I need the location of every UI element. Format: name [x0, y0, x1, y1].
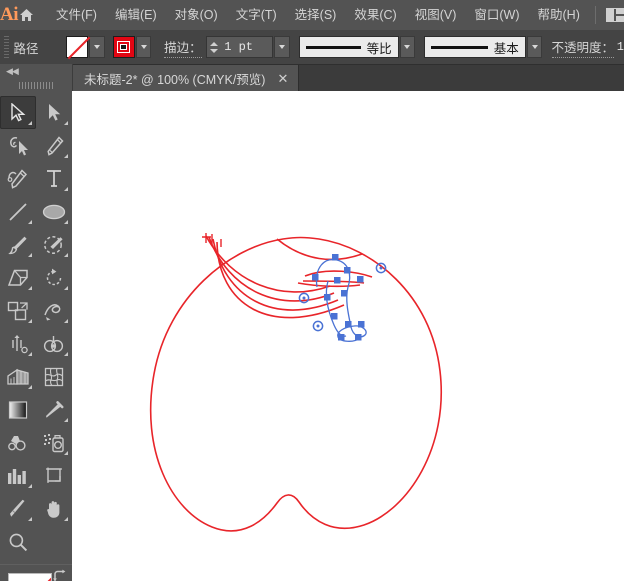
stroke-profile-label: 等比	[366, 41, 392, 56]
free-transform-tool[interactable]	[0, 327, 36, 360]
opacity-label[interactable]: 不透明度：	[551, 37, 615, 58]
selected-object-type: 路径	[13, 41, 39, 56]
perspective-grid-tool[interactable]	[0, 360, 36, 393]
shape-builder-tool[interactable]	[36, 327, 72, 360]
scale-tool[interactable]	[0, 294, 36, 327]
ellipse-tool[interactable]	[36, 195, 72, 228]
menu-item-select[interactable]: 选择(S)	[286, 0, 346, 30]
tool-panel-grip[interactable]	[0, 78, 72, 92]
menu-bar: Ai 文件(F) 编辑(E) 对象(O) 文字(T) 选择(S) 效果(C) 视…	[0, 0, 624, 30]
stroke-weight-dropdown[interactable]	[274, 36, 290, 58]
menu-item-edit[interactable]: 编辑(E)	[106, 0, 166, 30]
stroke-weight-stepper[interactable]	[207, 37, 220, 57]
eraser-tool[interactable]	[0, 261, 36, 294]
illustrator-window: Ai 文件(F) 编辑(E) 对象(O) 文字(T) 选择(S) 效果(C) 视…	[0, 0, 624, 581]
apple-body-path[interactable]	[149, 236, 442, 532]
stroke-swatch-dropdown[interactable]	[135, 36, 152, 58]
tool-grid	[0, 92, 72, 558]
fill-color-swatch[interactable]	[65, 36, 88, 58]
blend-tool[interactable]	[0, 426, 36, 459]
fill-swatch-none[interactable]	[8, 573, 52, 581]
color-controls	[0, 564, 72, 581]
menu-item-list: 文件(F) 编辑(E) 对象(O) 文字(T) 选择(S) 效果(C) 视图(V…	[47, 0, 589, 30]
stroke-profile-field[interactable]: 等比	[298, 36, 399, 58]
menu-item-window[interactable]: 窗口(W)	[465, 0, 528, 30]
menu-item-file[interactable]: 文件(F)	[47, 0, 106, 30]
control-bar: 路径 描边： 1 pt 等比 基本 不透明度： 1	[0, 30, 624, 65]
pen-tool[interactable]	[36, 129, 72, 162]
column-graph-tool[interactable]	[0, 459, 36, 492]
eyedropper-tool[interactable]	[36, 393, 72, 426]
home-icon[interactable]	[18, 0, 35, 30]
menu-item-type[interactable]: 文字(T)	[227, 0, 286, 30]
width-tool[interactable]	[36, 294, 72, 327]
menubar-right-group	[589, 0, 624, 30]
menu-divider-right	[594, 6, 596, 24]
stroke-profile-preview	[305, 45, 361, 49]
tool-grid-empty	[36, 525, 72, 558]
tool-panel: ◀◀	[0, 64, 73, 581]
stroke-weight-label[interactable]: 描边：	[164, 37, 202, 58]
close-icon[interactable]: ✕	[275, 72, 290, 85]
document-tab-title: 未标题-2* @ 100% (CMYK/预览)	[84, 72, 266, 87]
stroke-color-swatch[interactable]	[112, 36, 135, 58]
document-tab[interactable]: 未标题-2* @ 100% (CMYK/预览) ✕	[72, 65, 300, 91]
document-canvas[interactable]	[72, 91, 624, 581]
stroke-weight-field[interactable]: 1 pt	[206, 36, 274, 58]
artboard-tool[interactable]	[36, 459, 72, 492]
brush-preview	[431, 45, 488, 49]
apple-line-drawing[interactable]	[72, 91, 624, 581]
rotate-tool[interactable]	[36, 261, 72, 294]
menu-item-help[interactable]: 帮助(H)	[529, 0, 589, 30]
menu-item-view[interactable]: 视图(V)	[406, 0, 466, 30]
gradient-tool[interactable]	[0, 393, 36, 426]
curvature-tool[interactable]	[0, 162, 36, 195]
menu-item-effect[interactable]: 效果(C)	[345, 0, 405, 30]
magic-wand-tool[interactable]	[0, 129, 36, 162]
fill-swatch-dropdown[interactable]	[88, 36, 105, 58]
mesh-tool[interactable]	[36, 360, 72, 393]
brush-definition-field[interactable]: 基本	[424, 36, 526, 58]
slice-tool[interactable]	[0, 492, 36, 525]
control-bar-grip[interactable]	[4, 36, 10, 58]
collapse-arrows-icon: ◀◀	[6, 65, 19, 76]
leaf-outer-curve[interactable]	[205, 235, 345, 319]
paintbrush-tool[interactable]	[0, 228, 36, 261]
menu-item-object[interactable]: 对象(O)	[166, 0, 227, 30]
workspace-layout-icon[interactable]	[605, 7, 624, 23]
direct-selection-tool[interactable]	[36, 96, 72, 129]
app-logo: Ai	[0, 4, 19, 25]
type-tool[interactable]	[36, 162, 72, 195]
selection-tool[interactable]	[0, 96, 36, 129]
opacity-value[interactable]: 1	[617, 40, 624, 54]
line-segment-tool[interactable]	[0, 195, 36, 228]
document-tab-bar: 未标题-2* @ 100% (CMYK/预览) ✕	[72, 65, 624, 91]
hand-tool[interactable]	[36, 492, 72, 525]
stroke-weight-value[interactable]: 1 pt	[220, 40, 272, 54]
stroke-profile-dropdown[interactable]	[399, 36, 416, 58]
brush-definition-dropdown[interactable]	[526, 36, 543, 58]
zoom-tool[interactable]	[0, 525, 36, 558]
apple-top-curve-path[interactable]	[276, 238, 363, 261]
shaper-tool[interactable]	[36, 228, 72, 261]
symbol-sprayer-tool[interactable]	[36, 426, 72, 459]
brush-definition-label: 基本	[493, 41, 519, 56]
tool-panel-collapse[interactable]: ◀◀	[0, 64, 72, 78]
swap-fill-stroke-icon[interactable]	[52, 569, 68, 581]
